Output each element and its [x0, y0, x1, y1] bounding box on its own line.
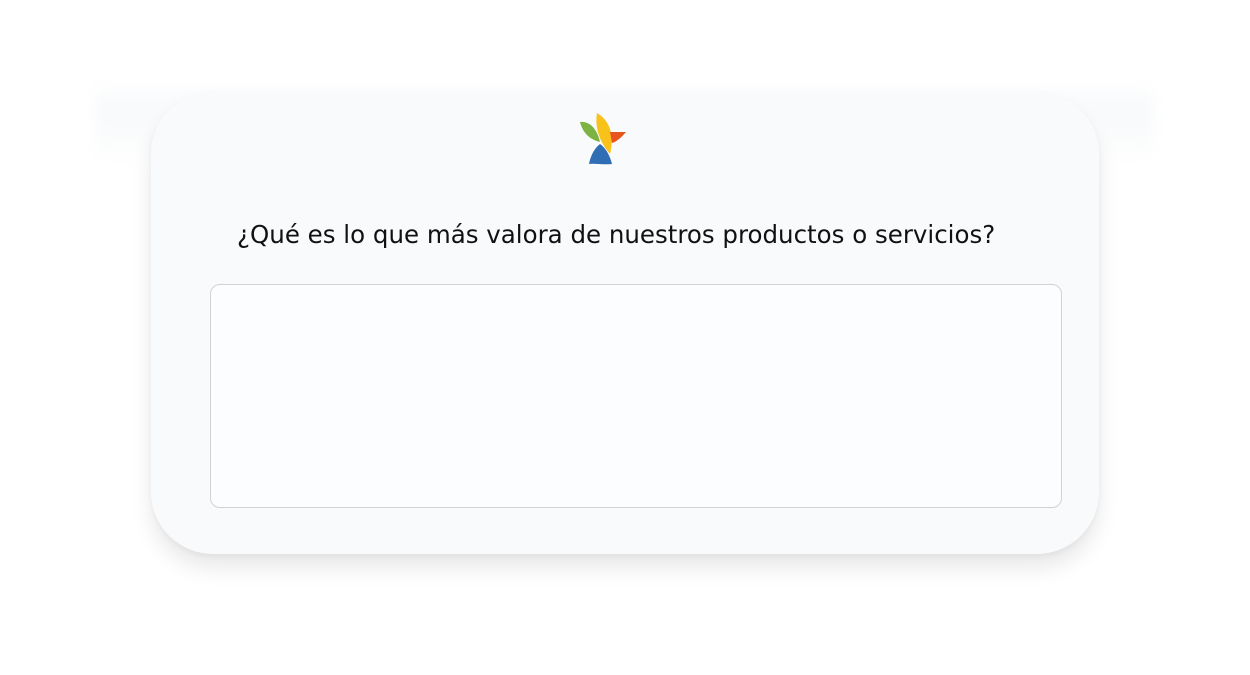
- answer-textarea[interactable]: [210, 284, 1062, 508]
- survey-card: ¿Qué es lo que más valora de nuestros pr…: [151, 92, 1099, 554]
- question-text: ¿Qué es lo que más valora de nuestros pr…: [237, 220, 996, 249]
- bird-logo-icon: [580, 113, 626, 165]
